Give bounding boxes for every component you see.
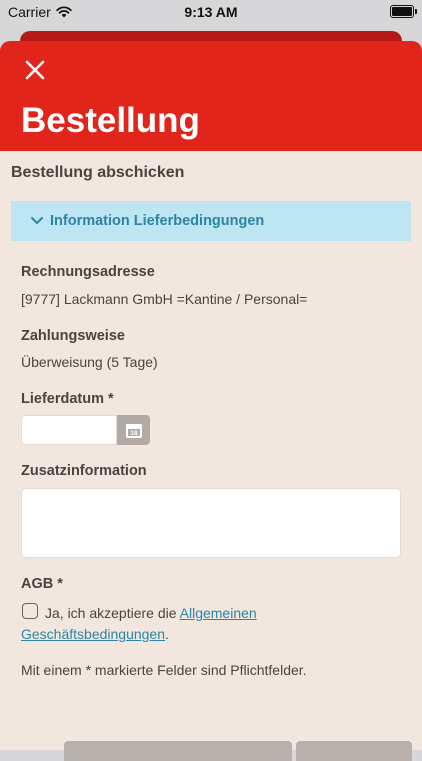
agb-consent-text: Ja, ich akzeptiere die Allgemeinen Gesch… xyxy=(21,603,321,645)
delivery-info-label: Information Lieferbedingungen xyxy=(50,213,265,229)
status-time: 9:13 AM xyxy=(184,4,238,20)
battery-icon xyxy=(390,5,417,18)
extra-info-label: Zusatzinformation xyxy=(21,463,147,479)
calendar-icon: 18 xyxy=(125,423,142,438)
order-form: Bestellung abschicken Information Liefer… xyxy=(0,41,422,761)
agb-text-suffix: . xyxy=(165,626,169,642)
payment-method-value: Überweisung (5 Tage) xyxy=(21,354,158,370)
payment-method-label: Zahlungsweise xyxy=(21,328,125,344)
agb-text-prefix: Ja, ich akzeptiere die xyxy=(45,605,180,621)
extra-info-textarea[interactable] xyxy=(21,488,401,558)
billing-address-label: Rechnungsadresse xyxy=(21,264,155,280)
calendar-button[interactable]: 18 xyxy=(117,415,150,445)
secondary-button[interactable] xyxy=(296,741,412,761)
calendar-day: 18 xyxy=(130,430,138,437)
agb-label: AGB * xyxy=(21,576,63,592)
billing-address-value: [9777] Lackmann GmbH =Kantine / Personal… xyxy=(21,291,308,307)
delivery-info-toggle[interactable]: Information Lieferbedingungen xyxy=(11,201,411,241)
submit-button[interactable] xyxy=(64,741,292,761)
section-title: Bestellung abschicken xyxy=(11,164,185,181)
delivery-date-input[interactable] xyxy=(21,415,117,445)
status-bar: Carrier 9:13 AM xyxy=(0,0,422,24)
chevron-down-icon xyxy=(31,217,43,224)
required-fields-hint: Mit einem * markierte Felder sind Pflich… xyxy=(21,662,307,678)
delivery-date-label: Lieferdatum * xyxy=(21,391,114,407)
